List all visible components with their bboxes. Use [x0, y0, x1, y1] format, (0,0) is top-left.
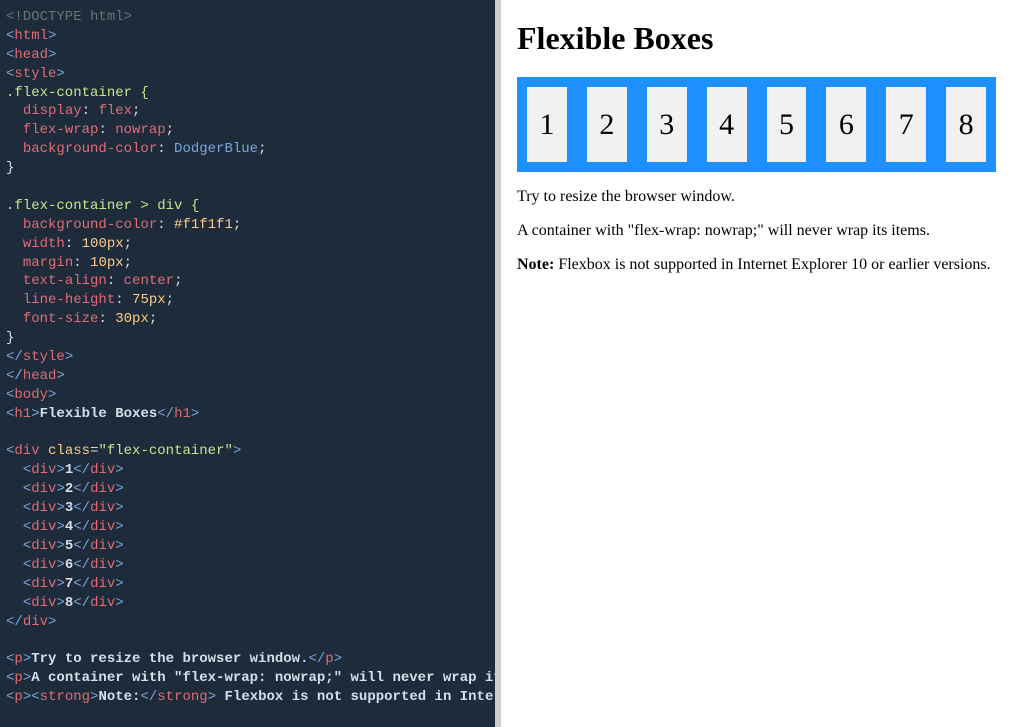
preview-paragraph-1: Try to resize the browser window. [517, 188, 996, 206]
preview-pane: Flexible Boxes 1 2 3 4 5 6 7 8 Try to re… [501, 0, 1012, 727]
flex-item-7: 7 [886, 87, 926, 162]
code-editor-pane[interactable]: <!DOCTYPE html> <html> <head> <style> .f… [0, 0, 495, 727]
flex-item-2: 2 [587, 87, 627, 162]
code-doctype: <!DOCTYPE html> [6, 9, 132, 25]
css-selector-child: .flex-container > div { [6, 198, 199, 214]
page-title: Flexible Boxes [517, 20, 996, 57]
flex-item-4: 4 [707, 87, 747, 162]
flex-item-3: 3 [647, 87, 687, 162]
css-selector-container: .flex-container { [6, 85, 149, 101]
flex-item-5: 5 [767, 87, 807, 162]
note-text: Flexbox is not supported in Internet Exp… [554, 256, 990, 273]
preview-paragraph-2: A container with "flex-wrap: nowrap;" wi… [517, 222, 996, 240]
flex-container: 1 2 3 4 5 6 7 8 [517, 77, 996, 172]
flex-item-1: 1 [527, 87, 567, 162]
preview-paragraph-3: Note: Flexbox is not supported in Intern… [517, 256, 996, 274]
note-label: Note: [517, 256, 554, 273]
split-view: <!DOCTYPE html> <html> <head> <style> .f… [0, 0, 1012, 727]
flex-item-8: 8 [946, 87, 986, 162]
flex-item-6: 6 [826, 87, 866, 162]
